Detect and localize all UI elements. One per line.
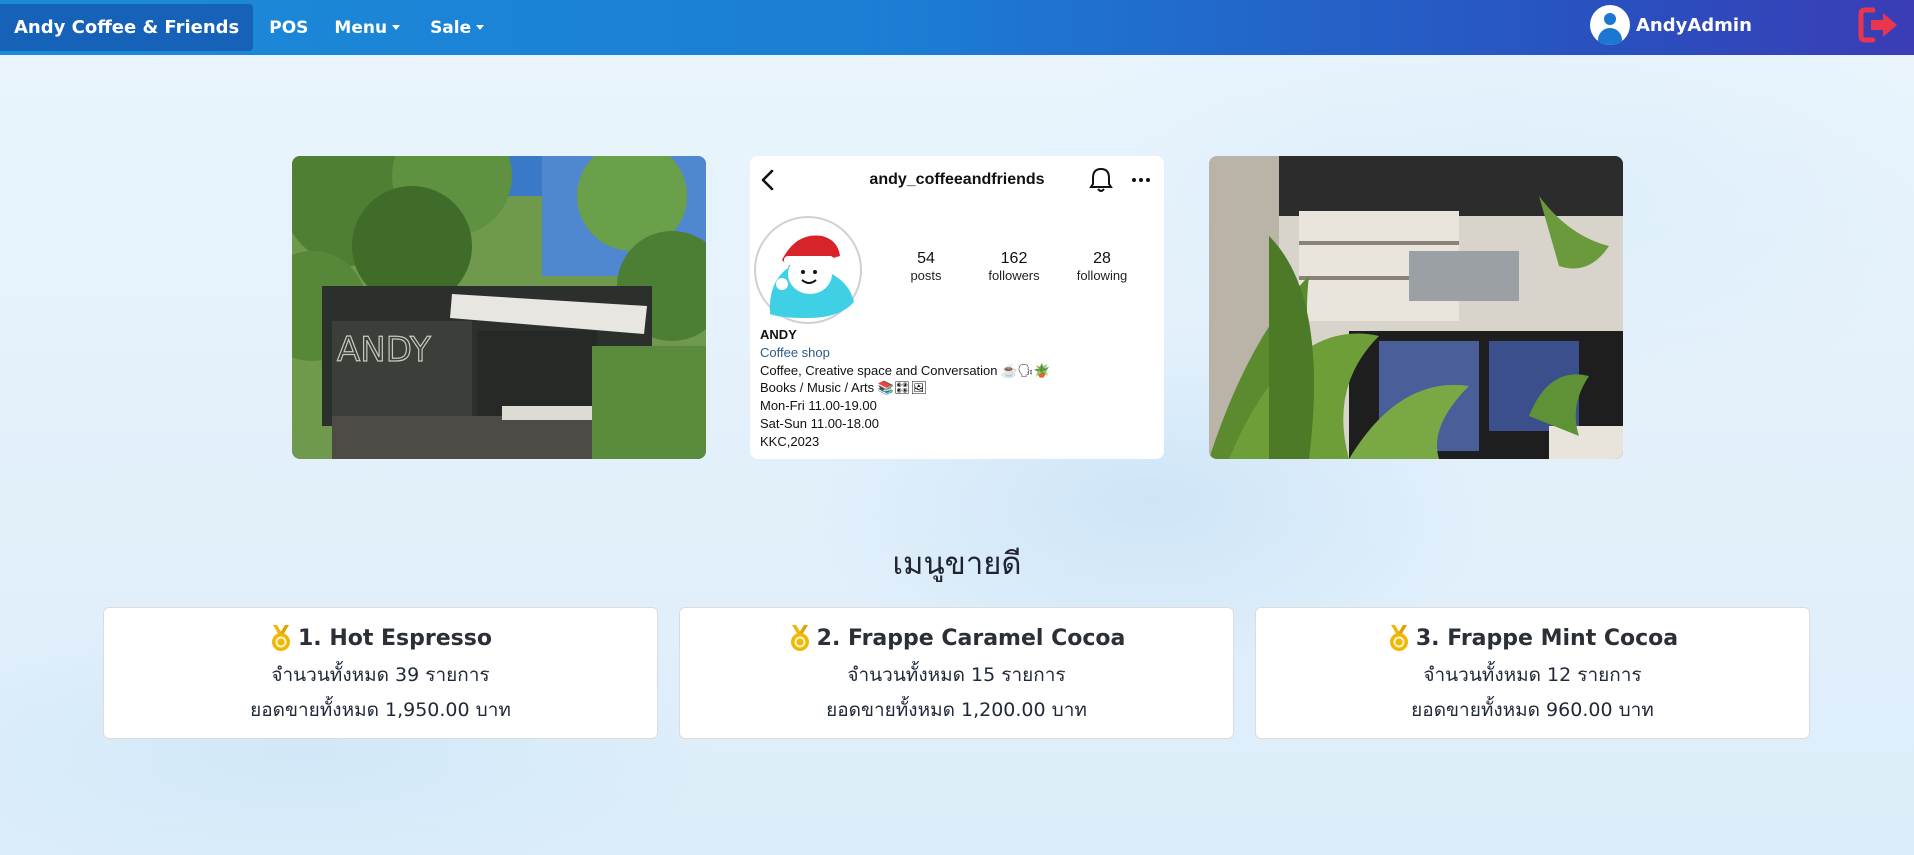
best-seller-name: 2. Frappe Caramel Cocoa <box>816 625 1126 651</box>
best-seller-quantity: จำนวนทั้งหมด 15 รายการ <box>847 664 1066 686</box>
bio-line: KKC,2023 <box>760 433 820 449</box>
best-seller-quantity: จำนวนทั้งหมด 39 รายการ <box>271 664 490 686</box>
best-sellers-heading: เมนูขายดี <box>892 546 1022 582</box>
best-seller-sales: ยอดขายทั้งหมด 960.00 บาท <box>1411 699 1654 721</box>
user-menu[interactable]: AndyAdmin <box>1590 5 1752 45</box>
profile-category: Coffee shop <box>760 344 830 360</box>
medal-icon <box>272 625 290 651</box>
nav-menu-dropdown[interactable]: Menu <box>334 17 401 38</box>
best-seller-title: 2. Frappe Caramel Cocoa <box>680 624 1233 652</box>
bell-icon[interactable] <box>1088 166 1114 194</box>
medal-icon <box>1389 625 1408 651</box>
stat-posts[interactable]: 54 posts <box>882 250 970 283</box>
best-seller-title: 1. Hot Espresso <box>104 624 657 652</box>
nav-pos[interactable]: POS <box>269 18 308 38</box>
logout-icon <box>1858 7 1897 43</box>
profile-name: ANDY <box>760 327 797 342</box>
best-seller-name: 1. Hot Espresso <box>298 625 492 651</box>
stat-label: followers <box>988 268 1040 283</box>
best-seller-name: 3. Frappe Mint Cocoa <box>1415 625 1679 651</box>
stat-number: 54 <box>917 250 935 267</box>
best-seller-title: 3. Frappe Mint Cocoa <box>1256 624 1809 652</box>
shop-exterior-photo: ANDY <box>292 156 706 459</box>
more-horizontal-icon[interactable] <box>1130 168 1152 192</box>
stat-number: 28 <box>1093 250 1111 267</box>
best-seller-sales: ยอดขายทั้งหมด 1,200.00 บาท <box>826 699 1087 721</box>
bio-line: Mon-Fri 11.00-19.00 <box>760 398 877 414</box>
bio-line: Sat-Sun 11.00-18.00 <box>760 415 880 431</box>
stat-following[interactable]: 28 following <box>1058 250 1146 283</box>
profile-bio: ANDY Coffee shop Coffee, Creative space … <box>760 326 1050 451</box>
instagram-profile-card: andy_coffeeandfriends 54 posts 162 follo… <box>750 156 1164 459</box>
stat-number: 162 <box>1000 250 1028 267</box>
user-circle-icon <box>1590 5 1630 45</box>
nav-pos-label: POS <box>269 17 309 38</box>
bio-line: Coffee, Creative space and Conversation … <box>760 362 1050 378</box>
best-seller-card: 3. Frappe Mint Cocoa จำนวนทั้งหมด 12 ราย… <box>1255 607 1810 739</box>
shop-interior-photo <box>1209 156 1623 459</box>
nav-sale-label: Sale <box>430 17 472 38</box>
top-navbar: Andy Coffee & Friends POS Menu Sale Andy… <box>0 0 1914 55</box>
bio-line: Books / Music / Arts 📚🎛🖼 <box>760 380 927 396</box>
best-seller-sales: ยอดขายทั้งหมด 1,950.00 บาท <box>250 699 511 721</box>
stat-label: following <box>1076 268 1128 283</box>
best-seller-card: 2. Frappe Caramel Cocoa จำนวนทั้งหมด 15 … <box>679 607 1234 739</box>
medal-icon <box>790 625 809 651</box>
nav-sale-dropdown[interactable]: Sale <box>430 17 485 38</box>
stat-followers[interactable]: 162 followers <box>970 250 1058 283</box>
svg-text:ANDY: ANDY <box>337 330 431 370</box>
caret-down-icon <box>392 25 401 30</box>
user-name: AndyAdmin <box>1636 14 1752 36</box>
profile-stats: 54 posts 162 followers 28 following <box>882 250 1146 283</box>
nav-menu-label: Menu <box>334 17 388 38</box>
profile-avatar <box>754 216 862 324</box>
best-seller-card: 1. Hot Espresso จำนวนทั้งหมด 39 รายการ ย… <box>103 607 658 739</box>
logout-button[interactable] <box>1857 6 1901 44</box>
caret-down-icon <box>476 25 485 30</box>
brand-link[interactable]: Andy Coffee & Friends <box>0 4 254 51</box>
best-seller-quantity: จำนวนทั้งหมด 12 รายการ <box>1423 664 1642 686</box>
stat-label: posts <box>910 268 942 283</box>
